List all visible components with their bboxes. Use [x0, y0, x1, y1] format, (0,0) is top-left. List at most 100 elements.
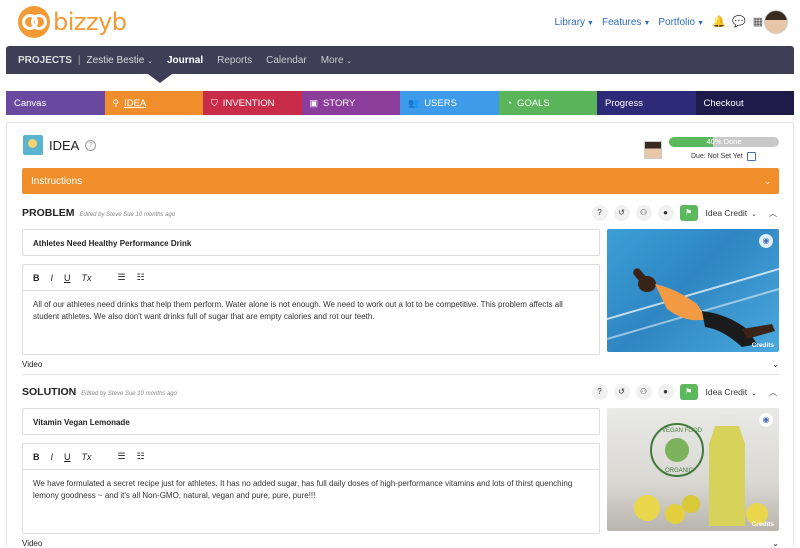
- history-icon[interactable]: ↺: [613, 384, 630, 400]
- problem-photo[interactable]: ◉ Credits: [607, 229, 779, 352]
- solution-title: SOLUTION Edited by Steve Sue 10 months a…: [22, 386, 177, 398]
- logo-icon: [18, 6, 50, 38]
- solution-tools: ? ↺ ⚇ ● ⚑ Idea Credit ⌄ ︿: [591, 384, 777, 400]
- problem-body[interactable]: All of our athletes need drinks that hel…: [23, 291, 599, 331]
- owner-avatar[interactable]: [644, 141, 662, 159]
- camera-icon[interactable]: ◉: [759, 234, 773, 248]
- tab-canvas[interactable]: Canvas: [6, 91, 105, 115]
- italic-button[interactable]: I: [51, 273, 54, 283]
- team-icon[interactable]: ⚇: [635, 205, 652, 221]
- tab-checkout[interactable]: Checkout: [695, 91, 794, 115]
- help-icon[interactable]: ?: [591, 205, 608, 221]
- clear-format-button[interactable]: Tx: [82, 273, 92, 283]
- divider: [22, 374, 779, 375]
- calendar-icon: [746, 152, 756, 161]
- solution-editor: B I U Tx ☰ ☷ We have formulated a secret…: [22, 443, 600, 534]
- progress-bar: 40% Done: [669, 137, 779, 147]
- logo-text: bizzyb: [53, 8, 127, 36]
- progress-text: 40% Done: [706, 137, 742, 146]
- tab-invention[interactable]: ⛉ INVENTION: [203, 91, 302, 115]
- tab-users[interactable]: 👥 USERS: [400, 91, 499, 115]
- tab-story[interactable]: ▣ STORY: [301, 91, 400, 115]
- solution-edited: Edited by Steve Sue 10 months ago: [81, 391, 177, 397]
- caret-down-icon: ▼: [697, 19, 704, 27]
- problem-video-row[interactable]: Video ⌄: [22, 360, 779, 369]
- numbered-list-button[interactable]: ☷: [137, 272, 145, 283]
- help-icon[interactable]: ?: [591, 384, 608, 400]
- projects-label[interactable]: PROJECTS: [18, 55, 72, 66]
- problem-tools: ? ↺ ⚇ ● ⚑ Idea Credit ⌄ ︿: [591, 205, 777, 221]
- bullet-list-button[interactable]: ☰: [118, 451, 126, 462]
- chevron-up-icon[interactable]: ︿: [769, 208, 777, 219]
- caret-down-icon: ▼: [643, 19, 651, 27]
- editor-toolbar: B I U Tx ☰ ☷: [23, 265, 599, 291]
- nav-library[interactable]: Library ▼: [554, 17, 594, 28]
- problem-editor: B I U Tx ☰ ☷ All of our athletes need dr…: [22, 264, 600, 355]
- pie-chart-icon: ◔: [506, 98, 512, 108]
- flag-icon[interactable]: ⚑: [679, 384, 698, 400]
- solution-title-field[interactable]: Vitamin Vegan Lemonade: [22, 408, 600, 435]
- underline-button[interactable]: U: [64, 452, 71, 462]
- user-avatar[interactable]: [764, 10, 788, 34]
- problem-credit-dropdown[interactable]: Idea Credit ⌄: [706, 208, 757, 218]
- numbered-list-button[interactable]: ☷: [137, 451, 145, 462]
- nav-features[interactable]: Features ▼: [602, 17, 650, 28]
- top-bar: bizzyb Library ▼ Features ▼ Portfolio ▼ 🔔 💬…: [0, 0, 800, 46]
- athlete-illustration: [607, 268, 779, 347]
- bold-button[interactable]: B: [33, 452, 40, 462]
- solution-credit-dropdown[interactable]: Idea Credit ⌄: [706, 387, 757, 397]
- logo[interactable]: bizzyb: [18, 6, 127, 38]
- photo-credits[interactable]: Credits: [752, 521, 774, 528]
- bell-icon[interactable]: 🔔: [712, 16, 726, 28]
- chevron-down-icon: ⌄: [764, 176, 771, 186]
- comment-icon[interactable]: ●: [657, 384, 674, 400]
- tab-idea[interactable]: ⚲ IDEA: [104, 91, 203, 115]
- solution-photo[interactable]: VEGAN FOOD ORGANIC ◉ Credits: [607, 408, 779, 531]
- editor-toolbar: B I U Tx ☰ ☷: [23, 444, 599, 470]
- photo-credits[interactable]: Credits: [752, 342, 774, 349]
- underline-button[interactable]: U: [64, 273, 71, 283]
- help-icon[interactable]: ?: [85, 139, 97, 151]
- bullet-list-button[interactable]: ☰: [118, 272, 126, 283]
- team-icon[interactable]: ⚇: [635, 384, 652, 400]
- due-date[interactable]: Due: Not Set Yet: [691, 152, 756, 161]
- italic-button[interactable]: I: [51, 452, 54, 462]
- invention-icon: ⛉: [211, 97, 218, 108]
- problem-edited: Edited by Steve Sue 10 months ago: [79, 212, 176, 218]
- chevron-down-icon: ⌄: [147, 57, 153, 65]
- separator: |: [77, 54, 81, 66]
- projnav-journal[interactable]: Journal: [167, 55, 203, 66]
- users-icon: 👥: [408, 97, 420, 108]
- clear-format-button[interactable]: Tx: [82, 452, 92, 462]
- instructions-panel[interactable]: Instructions ⌄: [22, 168, 779, 194]
- idea-header: IDEA ?: [23, 135, 97, 155]
- chevron-up-icon[interactable]: ︿: [769, 387, 777, 398]
- solution-body[interactable]: We have formulated a secret recipe just …: [23, 470, 599, 510]
- problem-title: PROBLEM Edited by Steve Sue 10 months ag…: [22, 207, 176, 219]
- problem-title-field[interactable]: Athletes Need Healthy Performance Drink: [22, 229, 600, 256]
- project-selector[interactable]: Zestie Bestie ⌄: [87, 55, 153, 66]
- tab-goals[interactable]: ◔ GOALS: [498, 91, 597, 115]
- athlete-image: [607, 229, 779, 352]
- idea-badge-icon: [23, 135, 43, 155]
- nav-portfolio[interactable]: Portfolio ▼: [658, 17, 704, 28]
- tab-progress[interactable]: Progress: [597, 91, 696, 115]
- calendar-icon[interactable]: ▦: [752, 16, 764, 28]
- photo-text-2: ORGANIC: [665, 468, 694, 474]
- lightbulb-icon: ⚲: [112, 97, 120, 108]
- comment-icon[interactable]: ●: [657, 205, 674, 221]
- chevron-down-icon: ⌄: [346, 57, 353, 65]
- stage-tabs: Canvas ⚲ IDEA ⛉ INVENTION ▣ STORY 👥 USERS ◔ G…: [6, 91, 794, 115]
- lemonade-image: VEGAN FOOD ORGANIC: [607, 408, 779, 531]
- flag-icon[interactable]: ⚑: [679, 205, 698, 221]
- lemonade-illustration: VEGAN FOOD ORGANIC: [634, 414, 768, 526]
- projnav-more[interactable]: More ⌄: [321, 55, 352, 66]
- page-title: IDEA: [49, 137, 80, 153]
- camera-icon[interactable]: ◉: [759, 413, 773, 427]
- projnav-calendar[interactable]: Calendar: [266, 55, 307, 66]
- projnav-reports[interactable]: Reports: [217, 55, 252, 66]
- history-icon[interactable]: ↺: [613, 205, 630, 221]
- caret-down-icon: ▼: [587, 19, 594, 27]
- chat-icon[interactable]: 💬: [732, 16, 746, 28]
- bold-button[interactable]: B: [33, 273, 40, 283]
